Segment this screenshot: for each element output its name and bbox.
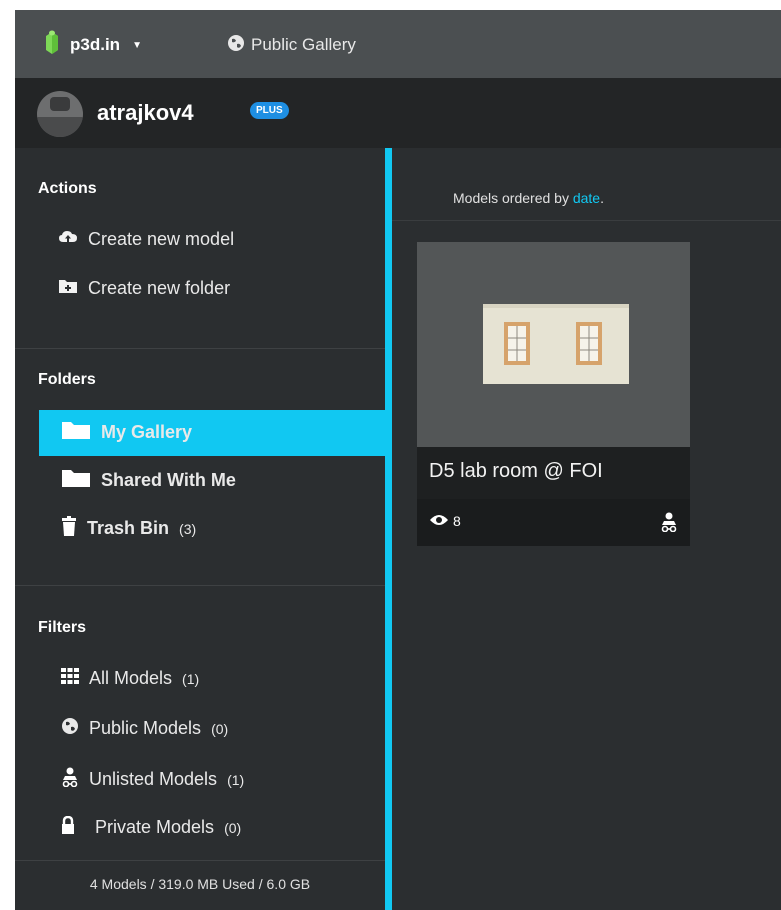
create-new-folder-button[interactable]: Create new folder: [58, 278, 230, 299]
folder-my-gallery-label: My Gallery: [101, 422, 193, 442]
create-new-folder-label: Create new folder: [88, 278, 231, 298]
folder-plus-icon: [58, 278, 78, 299]
filter-all-models-count: (1): [182, 670, 200, 687]
order-suffix: .: [600, 190, 604, 206]
filter-private-models-label: Private Models: [95, 817, 215, 837]
folder-shared-with-me[interactable]: Shared With Me: [61, 468, 236, 493]
brand-dropdown[interactable]: p3d.in ▼: [42, 30, 142, 60]
divider: [15, 348, 385, 349]
main-content: Models ordered by date. D5 lab room @ FO…: [392, 148, 781, 910]
globe-icon: [227, 34, 245, 57]
filter-public-models[interactable]: Public Models (0): [61, 717, 228, 740]
grid-icon: [61, 668, 79, 689]
trash-count: (3): [179, 520, 197, 537]
folders-section-title: Folders: [38, 371, 96, 388]
filter-unlisted-models-label: Unlisted Models: [89, 769, 218, 789]
filter-private-models-count: (0): [224, 819, 242, 836]
unlisted-icon: [61, 767, 79, 792]
accent-bar: [385, 148, 392, 910]
user-bar: atrajkov4 PLUS: [15, 78, 781, 149]
view-count-value: 8: [453, 513, 461, 529]
eye-icon: [429, 513, 449, 529]
public-gallery-link[interactable]: Public Gallery: [227, 30, 356, 60]
model-thumbnail[interactable]: [417, 242, 690, 447]
folder-trash-bin-label: Trash Bin: [87, 518, 170, 538]
globe-icon: [61, 717, 79, 740]
divider: [15, 585, 385, 586]
filter-all-models[interactable]: All Models (1): [61, 668, 199, 689]
view-count: 8: [429, 513, 461, 529]
caret-down-icon: ▼: [132, 39, 142, 51]
sidebar: Actions Create new model Create new fold…: [15, 148, 385, 910]
create-new-model-button[interactable]: Create new model: [58, 229, 234, 250]
folder-shared-with-me-label: Shared With Me: [101, 470, 236, 490]
filter-unlisted-models-count: (1): [227, 771, 245, 788]
public-gallery-label: Public Gallery: [251, 35, 356, 54]
storage-usage: 4 Models / 319.0 MB Used / 6.0 GB: [89, 876, 311, 892]
model-title[interactable]: D5 lab room @ FOI: [429, 460, 603, 483]
folder-trash-bin[interactable]: Trash Bin (3): [61, 516, 196, 541]
divider: [15, 860, 385, 861]
cloud-upload-icon: [58, 229, 78, 250]
model-card-footer: 8: [417, 499, 690, 546]
create-new-model-label: Create new model: [88, 229, 235, 249]
filter-unlisted-models[interactable]: Unlisted Models (1): [61, 767, 244, 792]
folder-icon: [61, 420, 91, 445]
filter-public-models-count: (0): [211, 720, 229, 737]
folder-icon: [61, 468, 91, 493]
lock-icon: [61, 815, 85, 839]
trash-icon: [61, 516, 77, 541]
content-header: Models ordered by date.: [392, 148, 781, 221]
brand-name: p3d.in: [70, 35, 121, 54]
filter-public-models-label: Public Models: [89, 718, 202, 738]
model-preview-image: [483, 304, 629, 384]
order-by-date-link[interactable]: date: [573, 190, 600, 206]
top-navbar: p3d.in ▼ Public Gallery: [15, 10, 781, 78]
filter-private-models[interactable]: Private Models (0): [61, 815, 242, 839]
actions-section-title: Actions: [38, 180, 97, 197]
order-info: Models ordered by date.: [453, 190, 604, 206]
avatar[interactable]: [37, 91, 83, 137]
filters-section-title: Filters: [38, 619, 87, 636]
folder-my-gallery[interactable]: My Gallery: [61, 420, 192, 445]
model-card[interactable]: D5 lab room @ FOI 8: [417, 242, 690, 546]
plus-badge: PLUS: [250, 102, 289, 119]
app-window: p3d.in ▼ Public Gallery atrajkov4 PLUS A…: [15, 10, 781, 910]
username[interactable]: atrajkov4: [97, 100, 194, 126]
filter-all-models-label: All Models: [89, 668, 173, 688]
unlisted-icon: [660, 512, 678, 537]
p3d-logo-icon: [42, 28, 62, 63]
order-prefix: Models ordered by: [453, 190, 573, 206]
